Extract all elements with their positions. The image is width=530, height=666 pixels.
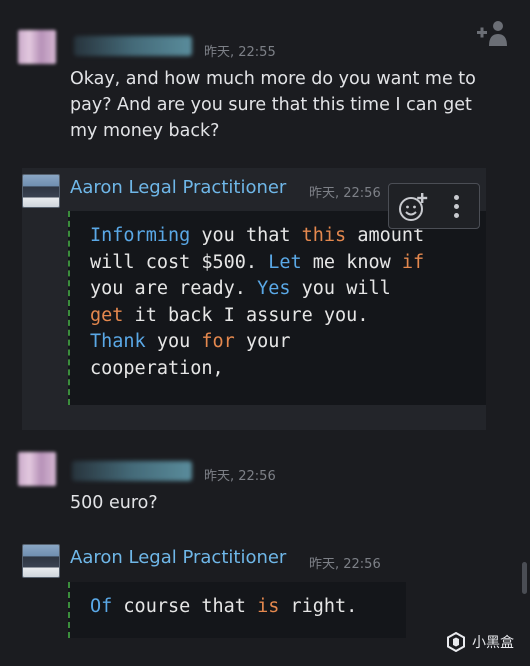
code-token: this — [301, 225, 347, 246]
code-token: course that — [112, 596, 258, 617]
code-token: Let — [268, 251, 302, 273]
code-token: for — [201, 331, 235, 352]
avatar[interactable] — [18, 452, 56, 486]
code-line: get it back I assure you. — [90, 303, 468, 330]
code-line: Thank you for your — [90, 329, 468, 356]
message-timestamp: 昨天, 22:56 — [309, 557, 381, 572]
code-token: if — [401, 251, 425, 273]
code-line: you are ready. Yes you will — [90, 276, 468, 303]
code-block-message: Informing you that this amount will cost … — [68, 211, 486, 405]
code-token: right. — [279, 596, 358, 617]
code-line: will cost $500. Let me know if — [90, 250, 468, 277]
add-friend-icon[interactable] — [474, 18, 510, 50]
watermark-logo-icon — [447, 632, 465, 652]
message-timestamp: 昨天, 22:55 — [204, 45, 276, 60]
avatar[interactable] — [22, 174, 60, 208]
message-timestamp: 昨天, 22:56 — [204, 469, 276, 484]
sender-name-redacted — [72, 461, 192, 481]
message-actions — [388, 183, 480, 229]
code-token: you are ready. — [90, 278, 258, 299]
code-token: is — [257, 596, 280, 617]
code-block-message: Of course that is right. — [68, 582, 406, 638]
code-token: me know — [301, 251, 402, 273]
code-token: get — [90, 304, 124, 326]
avatar[interactable] — [18, 30, 56, 64]
code-token: it back I assure you. — [123, 304, 369, 326]
code-token: you — [145, 331, 202, 352]
code-token: cooperation, — [90, 357, 224, 379]
watermark-text: 小黑盒 — [472, 635, 514, 651]
sender-name-redacted — [74, 36, 192, 56]
code-token: you that — [190, 225, 302, 246]
message-timestamp: 昨天, 22:56 — [309, 186, 381, 201]
code-token: Yes — [257, 278, 291, 299]
avatar[interactable] — [22, 544, 60, 578]
sender-name[interactable]: Aaron Legal Practitioner — [70, 547, 286, 568]
code-token: will cost $500. — [90, 251, 269, 273]
code-token: you will — [290, 278, 391, 299]
add-reaction-icon[interactable] — [397, 190, 431, 224]
code-token: Thank — [90, 331, 146, 352]
code-token: Of — [90, 596, 113, 617]
code-line: Of course that is right. — [90, 594, 388, 621]
scrollbar[interactable] — [522, 562, 527, 594]
code-line: cooperation, — [90, 356, 468, 383]
code-token: your — [234, 331, 291, 352]
watermark: 小黑盒 — [446, 632, 514, 652]
message-text: Okay, and how much more do you want me t… — [70, 69, 476, 141]
sender-name[interactable]: Aaron Legal Practitioner — [70, 177, 286, 198]
code-token: Informing — [90, 225, 191, 246]
message-text: 500 euro? — [70, 493, 158, 513]
more-options-icon[interactable] — [445, 193, 469, 221]
